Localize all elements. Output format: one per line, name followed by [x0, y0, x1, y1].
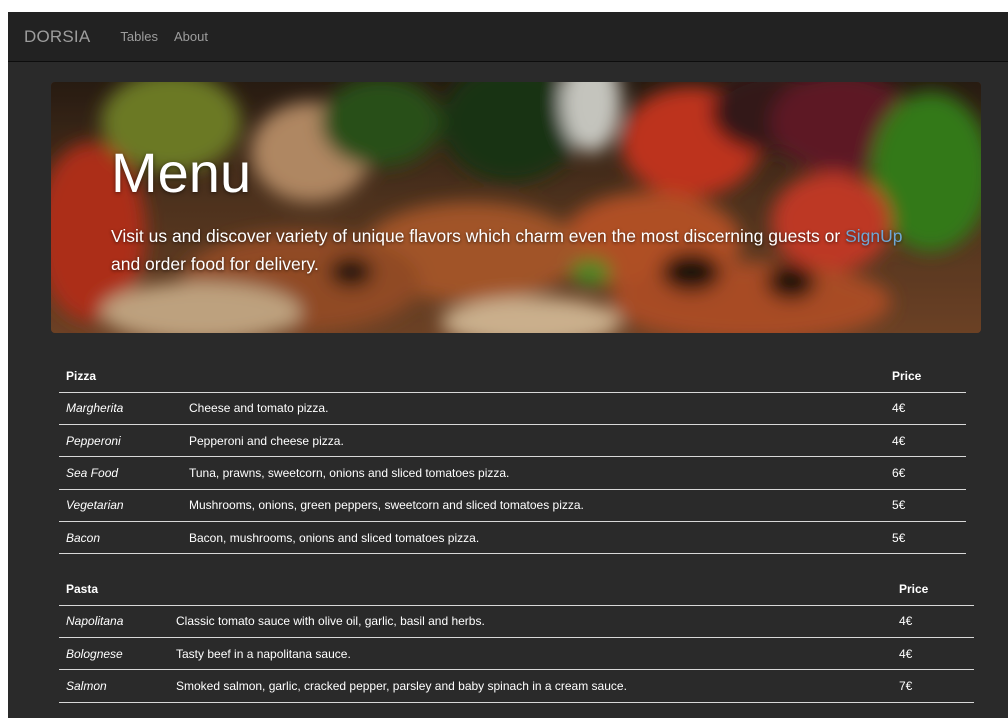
table-row: Sea Food Tuna, prawns, sweetcorn, onions…: [59, 456, 966, 490]
price-header: Price: [892, 573, 974, 606]
food-background-image: [51, 82, 981, 333]
item-description: Pepperoni and cheese pizza.: [182, 424, 885, 458]
brand-logo[interactable]: DORSIA: [24, 27, 90, 47]
item-name: Salmon: [59, 669, 169, 703]
table-row: Salmon Smoked salmon, garlic, cracked pe…: [59, 669, 974, 703]
description-header: [182, 360, 885, 393]
item-price: 4€: [892, 637, 974, 671]
pizza-menu-table: Pizza Price Margherita Cheese and tomato…: [59, 360, 966, 555]
signup-link[interactable]: SignUp: [845, 226, 902, 246]
item-description: Cheese and tomato pizza.: [182, 392, 885, 425]
table-row: Bolognese Tasty beef in a napolitana sau…: [59, 637, 974, 671]
hero-banner: Menu Visit us and discover variety of un…: [51, 82, 981, 333]
hero-text-start: Visit us and discover variety of unique …: [111, 226, 846, 246]
item-description: Mushrooms, onions, green peppers, sweetc…: [182, 489, 885, 523]
item-price: 4€: [885, 424, 966, 458]
table-row: Pepperoni Pepperoni and cheese pizza. 4€: [59, 424, 966, 458]
hero-description: Visit us and discover variety of unique …: [111, 222, 911, 278]
item-description: Classic tomato sauce with olive oil, gar…: [169, 605, 892, 638]
item-price: 7€: [892, 669, 974, 703]
hero-text-end: and order food for delivery.: [111, 254, 319, 274]
item-price: 5€: [885, 521, 966, 555]
nav-link-tables[interactable]: Tables: [120, 29, 158, 44]
item-description: Tuna, prawns, sweetcorn, onions and slic…: [182, 456, 885, 490]
table-row: Bacon Bacon, mushrooms, onions and slice…: [59, 521, 966, 555]
item-name: Sea Food: [59, 456, 182, 490]
table-header-row: Pizza Price: [59, 360, 966, 393]
pizza-header: Pizza: [59, 360, 182, 393]
item-name: Napolitana: [59, 605, 169, 638]
description-header: [169, 573, 892, 606]
table-header-row: Pasta Price: [59, 573, 974, 606]
price-header: Price: [885, 360, 966, 393]
table-row: Napolitana Classic tomato sauce with oli…: [59, 605, 974, 638]
item-name: Vegetarian: [59, 489, 182, 523]
table-row: Margherita Cheese and tomato pizza. 4€: [59, 392, 966, 425]
pasta-menu-table: Pasta Price Napolitana Classic tomato sa…: [59, 573, 974, 703]
item-name: Margherita: [59, 392, 182, 425]
item-description: Tasty beef in a napolitana sauce.: [169, 637, 892, 671]
pasta-header: Pasta: [59, 573, 169, 606]
page-frame: DORSIA Tables About Menu Visit us and di…: [8, 12, 1008, 718]
table-row: Vegetarian Mushrooms, onions, green pepp…: [59, 489, 966, 523]
item-description: Bacon, mushrooms, onions and sliced toma…: [182, 521, 885, 555]
item-name: Pepperoni: [59, 424, 182, 458]
item-price: 5€: [885, 489, 966, 523]
navbar: DORSIA Tables About: [8, 12, 1008, 62]
nav-link-about[interactable]: About: [174, 29, 208, 44]
item-price: 4€: [885, 392, 966, 425]
item-name: Bolognese: [59, 637, 169, 671]
item-description: Smoked salmon, garlic, cracked pepper, p…: [169, 669, 892, 703]
page-title: Menu: [111, 141, 252, 204]
item-price: 4€: [892, 605, 974, 638]
item-price: 6€: [885, 456, 966, 490]
item-name: Bacon: [59, 521, 182, 555]
